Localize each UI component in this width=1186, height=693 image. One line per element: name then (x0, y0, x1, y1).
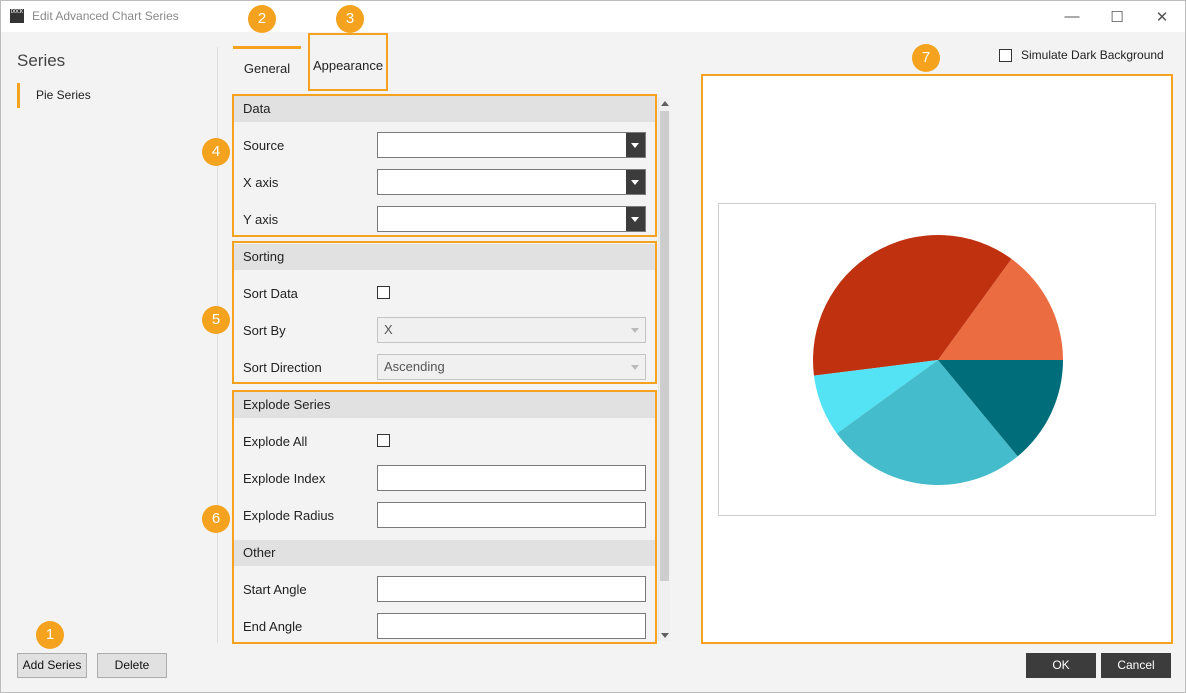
callout-badge: 1 (36, 621, 64, 649)
close-button[interactable]: ✕ (1140, 1, 1184, 32)
explode-all-checkbox[interactable] (377, 434, 390, 447)
chevron-down-icon (626, 133, 645, 157)
sort-direction-value: Ascending (384, 359, 445, 374)
sort-direction-label: Sort Direction (243, 360, 322, 375)
y-axis-label: Y axis (243, 212, 279, 227)
cancel-button[interactable]: Cancel (1101, 653, 1171, 678)
scroll-down-icon[interactable] (659, 629, 670, 641)
series-heading: Series (17, 51, 66, 70)
section-header-data: Data (233, 96, 655, 122)
chevron-down-icon (631, 328, 639, 333)
tab-general[interactable]: General (233, 46, 301, 88)
callout-badge: 5 (202, 306, 230, 334)
sort-data-label: Sort Data (243, 286, 298, 301)
sort-by-value: X (384, 322, 393, 337)
end-angle-input[interactable] (377, 613, 646, 639)
minimize-button[interactable]: — (1050, 1, 1094, 32)
settings-panel: Data Source X axis Y axis Sorting Sort D… (233, 95, 670, 641)
simulate-dark-label: Simulate Dark Background (1021, 48, 1164, 62)
end-angle-label: End Angle (243, 619, 303, 634)
callout-badge: 6 (202, 505, 230, 533)
x-axis-dropdown[interactable] (377, 169, 646, 195)
callout-badge: 7 (912, 44, 940, 72)
sort-by-label: Sort By (243, 323, 286, 338)
scroll-up-icon[interactable] (659, 97, 670, 109)
callout-badge: 3 (336, 5, 364, 33)
delete-button[interactable]: Delete (97, 653, 167, 678)
window-title: Edit Advanced Chart Series (32, 9, 179, 23)
section-header-sorting: Sorting (233, 244, 655, 270)
sidebar-divider (217, 47, 218, 643)
chevron-down-icon (626, 170, 645, 194)
x-axis-label: X axis (243, 175, 279, 190)
start-angle-label: Start Angle (243, 582, 307, 597)
start-angle-input[interactable] (377, 576, 646, 602)
explode-index-input[interactable] (377, 465, 646, 491)
dialog-window: DOCK Edit Advanced Chart Series — ☐ ✕ Se… (0, 0, 1186, 693)
explode-index-label: Explode Index (243, 471, 326, 486)
chevron-down-icon (631, 365, 639, 370)
sidebar-item-pie-series[interactable]: Pie Series (17, 83, 207, 108)
callout-badge: 4 (202, 138, 230, 166)
chevron-down-icon (626, 207, 645, 231)
sort-data-checkbox[interactable] (377, 286, 390, 299)
callout-badge: 2 (248, 5, 276, 33)
maximize-button[interactable]: ☐ (1095, 1, 1139, 32)
sort-direction-dropdown[interactable]: Ascending (377, 354, 646, 380)
simulate-dark-checkbox[interactable] (999, 49, 1012, 62)
pie-chart (813, 235, 1063, 485)
source-dropdown[interactable] (377, 132, 646, 158)
section-header-explode: Explode Series (233, 392, 655, 418)
y-axis-dropdown[interactable] (377, 206, 646, 232)
app-logo-icon: DOCK (10, 9, 24, 23)
explode-radius-input[interactable] (377, 502, 646, 528)
chart-frame (718, 203, 1156, 516)
add-series-button[interactable]: Add Series (17, 653, 87, 678)
settings-scrollbar[interactable] (658, 97, 670, 641)
ok-button[interactable]: OK (1026, 653, 1096, 678)
scroll-thumb[interactable] (660, 111, 669, 581)
sort-by-dropdown[interactable]: X (377, 317, 646, 343)
explode-all-label: Explode All (243, 434, 308, 449)
title-bar: DOCK Edit Advanced Chart Series — ☐ ✕ (1, 1, 1185, 32)
source-label: Source (243, 138, 285, 153)
explode-radius-label: Explode Radius (243, 508, 335, 523)
section-header-other: Other (233, 540, 655, 566)
tab-appearance[interactable]: Appearance (308, 46, 388, 88)
